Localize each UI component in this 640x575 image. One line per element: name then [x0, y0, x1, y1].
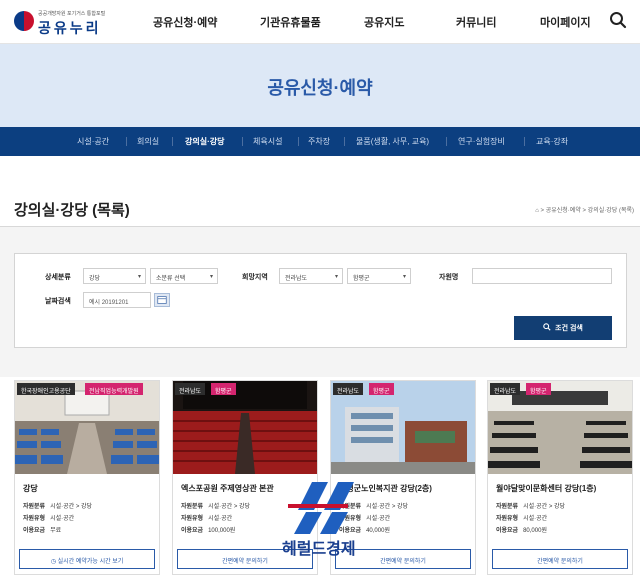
subnav-divider: [126, 137, 127, 146]
resource-category: 자원분류 시설·공간 > 강당: [496, 504, 566, 510]
subnav-divider: [242, 137, 243, 146]
nav-share-reservation[interactable]: 공유신청·예약: [153, 14, 217, 30]
nav-idle-goods[interactable]: 기관유휴물품: [260, 14, 321, 30]
subnav-meeting-room[interactable]: 회의실: [137, 136, 159, 147]
resource-card[interactable]: 전라남도 함평군 월야달맞이문화센터 강당(1층) 자원분류 시설·공간 > 강당…: [487, 380, 633, 575]
resource-category: 자원분류 시설·공간 > 강당: [181, 504, 251, 510]
card-title[interactable]: 강당: [23, 483, 38, 494]
breadcrumb[interactable]: ⌂ > 공유신청·예약 > 강의실·강당 (목록): [535, 205, 634, 214]
region-badge: 한국장애인고용공단: [17, 383, 75, 395]
quick-reservation-inquiry-button[interactable]: 간편예약 문의하기: [492, 549, 628, 569]
chevron-down-icon: ▾: [209, 274, 213, 280]
hero-title: 공유신청·예약: [267, 78, 373, 98]
area-badge: 함평군: [526, 383, 551, 395]
subnav-lecture-hall[interactable]: 강의실·강당: [185, 136, 224, 147]
region-badge: 전라남도: [175, 383, 206, 395]
area-badge: 전남직업능력개발원: [85, 383, 143, 395]
area-badge: 함평군: [369, 383, 394, 395]
resource-name-input[interactable]: [472, 268, 612, 284]
search-filter-box: 상세분류 강당 ▾ 소분류 선택 ▾ 희망지역 전라남도 ▾ 함평군 ▾ 자원명 날짜검…: [14, 253, 627, 348]
subcategory-select[interactable]: 소분류 선택 ▾: [150, 268, 218, 284]
region-badge: 전라남도: [333, 383, 364, 395]
resource-fee: 이용요금 80,000원: [496, 528, 547, 534]
subnav-divider: [172, 137, 173, 146]
realtime-availability-button[interactable]: ◷ 실시간 예약가능 시간 보기: [19, 549, 155, 569]
subnav-goods[interactable]: 물품(생활, 사무, 교육): [356, 136, 429, 147]
resource-type: 자원유형 시설·공간: [181, 516, 233, 522]
hero-banner: 공유신청·예약: [0, 44, 640, 127]
date-label: 날짜검색: [45, 298, 71, 305]
main-navigation: 공유신청·예약 기관유휴물품 공유지도 커뮤니티 마이페이지: [0, 14, 640, 30]
search-area: 상세분류 강당 ▾ 소분류 선택 ▾ 희망지역 전라남도 ▾ 함평군 ▾ 자원명 날짜검…: [0, 227, 640, 377]
region-label: 희망지역: [242, 274, 268, 281]
resource-category: 자원분류 시설·공간 > 강당: [23, 504, 93, 510]
subnav-divider: [446, 137, 447, 146]
search-submit-button[interactable]: 조건 검색: [514, 316, 612, 340]
news-watermark: 헤럴드경제: [282, 480, 374, 560]
resource-fee: 이용요금 100,000원: [181, 528, 236, 534]
resource-fee: 이용요금 무료: [23, 528, 62, 534]
page-title: 강의실·강당 (목록): [14, 202, 130, 219]
region-badge: 전라남도: [490, 383, 521, 395]
chevron-down-icon: ▾: [137, 274, 141, 280]
chevron-down-icon: ▾: [402, 274, 406, 280]
site-header: 공공개방자원 포기거스 통합포털 공유누리 공유신청·예약 기관유휴물품 공유지…: [0, 0, 640, 44]
subnav-divider: [524, 137, 525, 146]
watermark-logo-icon: [288, 482, 354, 534]
sub-navigation: 시설·공간 회의실 강의실·강당 체육시설 주차장 물품(생활, 사무, 교육)…: [0, 127, 640, 156]
nav-share-map[interactable]: 공유지도: [364, 14, 404, 30]
nav-mypage[interactable]: 마이페이지: [540, 14, 591, 30]
search-icon: [543, 323, 551, 331]
district-select[interactable]: 함평군 ▾: [347, 268, 411, 284]
resource-type: 자원유형 시설·공간: [496, 516, 548, 522]
card-title[interactable]: 엑스포공원 주제영상관 본관: [181, 483, 274, 494]
region-select[interactable]: 전라남도 ▾: [279, 268, 343, 284]
resource-type: 자원유형 시설·공간: [23, 516, 75, 522]
calendar-icon[interactable]: [154, 293, 170, 307]
search-icon[interactable]: [609, 11, 627, 29]
subnav-lab-equipment[interactable]: 연구·실험장비: [458, 136, 505, 147]
subnav-divider: [344, 137, 345, 146]
chevron-down-icon: ▾: [334, 274, 338, 280]
subnav-divider: [298, 137, 299, 146]
watermark-text: 헤럴드경제: [282, 541, 356, 558]
resource-name-label: 자원명: [439, 274, 459, 281]
subnav-sports-facility[interactable]: 체육시설: [253, 136, 282, 147]
subnav-facility-space[interactable]: 시설·공간: [77, 136, 109, 147]
nav-community[interactable]: 커뮤니티: [456, 14, 496, 30]
date-input[interactable]: 예시 20191201: [83, 292, 151, 308]
resource-card[interactable]: 한국장애인고용공단 전남직업능력개발원 강당 자원분류 시설·공간 > 강당 자원…: [14, 380, 160, 575]
subnav-parking[interactable]: 주차장: [308, 136, 330, 147]
area-badge: 함평군: [211, 383, 236, 395]
card-title[interactable]: 월야달맞이문화센터 강당(1층): [496, 483, 596, 494]
subnav-education[interactable]: 교육·강좌: [536, 136, 568, 147]
category-label: 상세분류: [45, 274, 71, 281]
category-select[interactable]: 강당 ▾: [83, 268, 146, 284]
